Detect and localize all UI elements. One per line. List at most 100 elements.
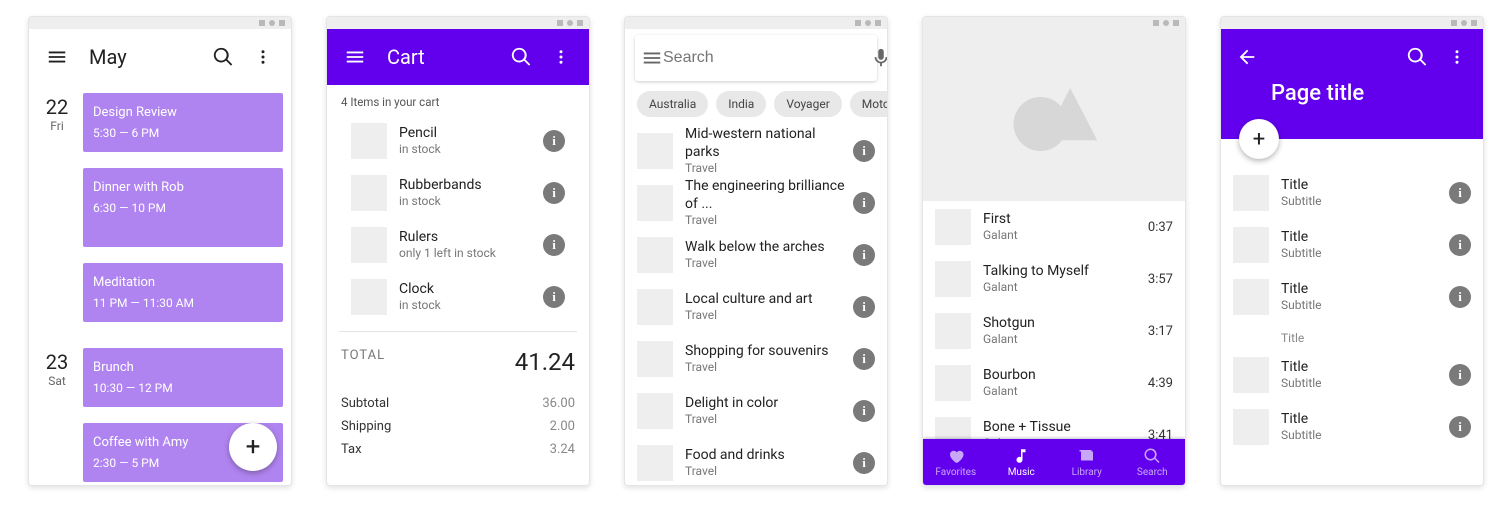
more-icon[interactable] bbox=[243, 37, 283, 77]
menu-icon[interactable] bbox=[641, 38, 663, 78]
filter-chip[interactable]: India bbox=[716, 91, 766, 117]
info-icon[interactable] bbox=[1449, 286, 1471, 308]
item-thumb bbox=[1233, 279, 1269, 315]
filter-chip[interactable]: Australia bbox=[637, 91, 708, 117]
divider bbox=[339, 331, 577, 332]
track-list: FirstGalant0:37 Talking to MyselfGalant3… bbox=[923, 201, 1185, 439]
result-thumb bbox=[637, 237, 673, 273]
track-row[interactable]: Talking to MyselfGalant3:57 bbox=[923, 253, 1185, 305]
search-icon[interactable] bbox=[1397, 37, 1437, 77]
track-row[interactable]: FirstGalant0:37 bbox=[923, 201, 1185, 253]
cart-item[interactable]: Pencilin stock bbox=[339, 115, 577, 167]
calendar-event[interactable]: Brunch 10:30 — 12 PM bbox=[83, 348, 283, 407]
info-icon[interactable] bbox=[853, 140, 875, 162]
info-icon[interactable] bbox=[853, 296, 875, 318]
calendar-day: 22 Fri Design Review 5:30 — 6 PM Dinner … bbox=[37, 85, 283, 330]
result-thumb bbox=[637, 185, 673, 221]
result-thumb bbox=[637, 393, 673, 429]
day-number: 22 bbox=[37, 95, 77, 119]
search-bar[interactable] bbox=[635, 35, 877, 81]
calendar-event[interactable]: Dinner with Rob 6:30 — 10 PM bbox=[83, 168, 283, 247]
calendar-event[interactable]: Design Review 5:30 — 6 PM bbox=[83, 93, 283, 152]
more-icon[interactable] bbox=[541, 37, 581, 77]
calendar-event[interactable]: Meditation 11 PM — 11:30 AM bbox=[83, 263, 283, 322]
nav-library[interactable]: Library bbox=[1054, 439, 1120, 485]
screen-page: Page title + TitleSubtitle TitleSubtitle… bbox=[1220, 16, 1484, 486]
info-icon[interactable] bbox=[543, 182, 565, 204]
cart-hint: 4 Items in your cart bbox=[339, 85, 577, 115]
app-bar: Cart bbox=[327, 29, 589, 85]
cart-item[interactable]: Clockin stock bbox=[339, 271, 577, 323]
app-bar: May bbox=[29, 29, 291, 85]
list-item[interactable]: TitleSubtitle bbox=[1221, 271, 1483, 323]
search-icon[interactable] bbox=[203, 37, 243, 77]
back-icon[interactable] bbox=[1227, 37, 1267, 77]
track-duration: 4:39 bbox=[1137, 376, 1173, 391]
item-thumb bbox=[1233, 227, 1269, 263]
track-duration: 0:37 bbox=[1137, 220, 1173, 235]
track-thumb bbox=[935, 417, 971, 439]
search-result[interactable]: Mid-western national parksTravel bbox=[625, 125, 887, 177]
search-input[interactable] bbox=[663, 49, 870, 67]
track-row[interactable]: BourbonGalant4:39 bbox=[923, 357, 1185, 409]
nav-music[interactable]: Music bbox=[989, 439, 1055, 485]
info-icon[interactable] bbox=[543, 130, 565, 152]
totals-subtotal: Subtotal 36.00 bbox=[339, 392, 577, 415]
track-row[interactable]: ShotgunGalant3:17 bbox=[923, 305, 1185, 357]
menu-icon[interactable] bbox=[37, 37, 77, 77]
add-fab[interactable]: + bbox=[1239, 119, 1279, 159]
track-row[interactable]: Bone + TissueGalant3:41 bbox=[923, 409, 1185, 439]
list-item[interactable]: TitleSubtitle bbox=[1221, 219, 1483, 271]
info-icon[interactable] bbox=[1449, 364, 1471, 386]
list-item[interactable]: TitleSubtitle bbox=[1221, 401, 1483, 453]
nav-search[interactable]: Search bbox=[1120, 439, 1186, 485]
search-result[interactable]: Delight in colorTravel bbox=[625, 385, 887, 437]
track-thumb bbox=[935, 313, 971, 349]
info-icon[interactable] bbox=[1449, 182, 1471, 204]
info-icon[interactable] bbox=[543, 286, 565, 308]
screen-calendar: May 22 Fri Design Review 5:30 — 6 PM bbox=[28, 16, 292, 486]
search-result[interactable]: Food and drinksTravel bbox=[625, 437, 887, 485]
mic-icon[interactable] bbox=[870, 38, 887, 78]
cart-item[interactable]: Rubberbandsin stock bbox=[339, 167, 577, 219]
chip-row: Australia India Voyager Motor Home bbox=[625, 87, 887, 125]
window-chrome bbox=[29, 17, 291, 29]
track-duration: 3:17 bbox=[1137, 324, 1173, 339]
info-icon[interactable] bbox=[853, 244, 875, 266]
result-thumb bbox=[637, 341, 673, 377]
result-list: Mid-western national parksTravel The eng… bbox=[625, 125, 887, 485]
search-result[interactable]: Shopping for souvenirsTravel bbox=[625, 333, 887, 385]
nav-favorites[interactable]: Favorites bbox=[923, 439, 989, 485]
search-result[interactable]: Local culture and artTravel bbox=[625, 281, 887, 333]
info-icon[interactable] bbox=[853, 192, 875, 214]
item-thumb bbox=[351, 175, 387, 211]
cart-title: Cart bbox=[387, 45, 501, 69]
info-icon[interactable] bbox=[1449, 416, 1471, 438]
cart-item[interactable]: Rulersonly 1 left in stock bbox=[339, 219, 577, 271]
day-of-week: Fri bbox=[37, 119, 77, 133]
info-icon[interactable] bbox=[543, 234, 565, 256]
item-thumb bbox=[351, 279, 387, 315]
info-icon[interactable] bbox=[853, 348, 875, 370]
list-item[interactable]: TitleSubtitle bbox=[1221, 349, 1483, 401]
info-icon[interactable] bbox=[1449, 234, 1471, 256]
item-thumb bbox=[351, 227, 387, 263]
filter-chip[interactable]: Voyager bbox=[774, 91, 841, 117]
note-icon bbox=[1012, 447, 1030, 465]
info-icon[interactable] bbox=[853, 400, 875, 422]
window-chrome bbox=[923, 17, 1185, 29]
add-event-fab[interactable]: + bbox=[229, 423, 277, 471]
menu-icon[interactable] bbox=[335, 37, 375, 77]
search-result[interactable]: Walk below the archesTravel bbox=[625, 229, 887, 281]
search-result[interactable]: The engineering brilliance of ...Travel bbox=[625, 177, 887, 229]
track-thumb bbox=[935, 261, 971, 297]
more-icon[interactable] bbox=[1437, 37, 1477, 77]
library-icon bbox=[1078, 447, 1096, 465]
track-thumb bbox=[935, 365, 971, 401]
filter-chip[interactable]: Motor Home bbox=[850, 91, 887, 117]
info-icon[interactable] bbox=[853, 452, 875, 474]
search-icon[interactable] bbox=[501, 37, 541, 77]
result-thumb bbox=[637, 133, 673, 169]
item-thumb bbox=[351, 123, 387, 159]
list-item[interactable]: TitleSubtitle bbox=[1221, 167, 1483, 219]
